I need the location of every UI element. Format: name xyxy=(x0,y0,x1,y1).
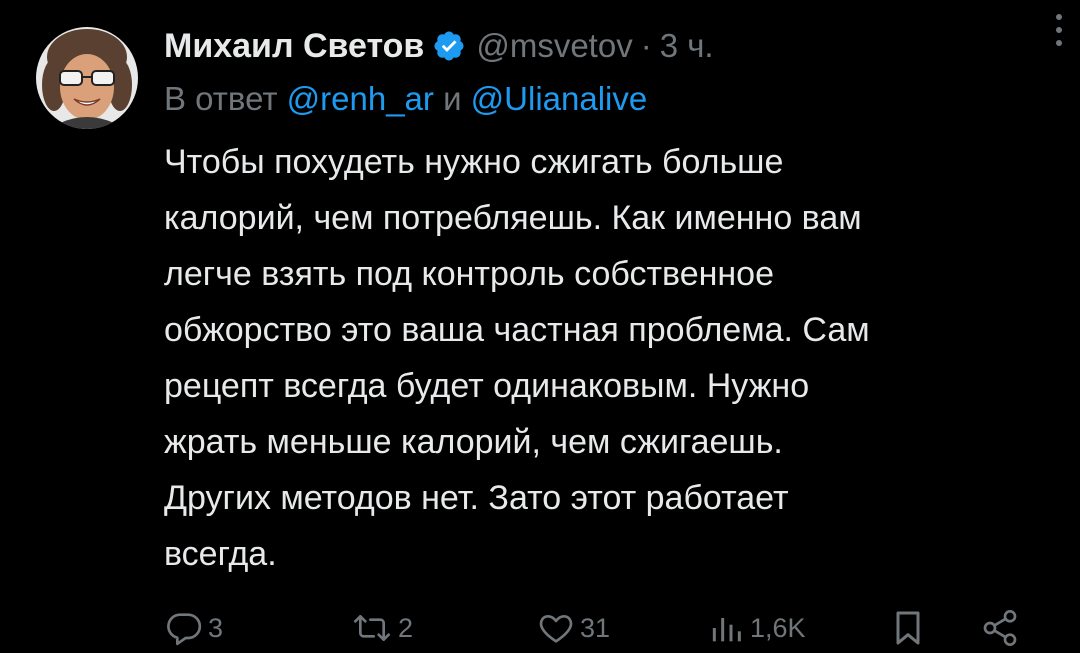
reply-prefix: В ответ xyxy=(164,80,278,117)
more-vertical-icon[interactable] xyxy=(1054,12,1064,48)
like-count: 31 xyxy=(580,612,611,643)
tweet-time[interactable]: 3 ч. xyxy=(660,27,714,65)
heart-icon xyxy=(536,608,576,648)
avatar[interactable] xyxy=(36,27,138,129)
display-name[interactable]: Михаил Светов xyxy=(164,27,424,66)
bookmark-icon xyxy=(888,608,928,648)
reply-count: 3 xyxy=(208,612,224,643)
reply-icon xyxy=(164,608,204,648)
separator-dot: · xyxy=(640,27,652,64)
like-button[interactable]: 31 xyxy=(536,606,610,650)
views-bar-chart-icon xyxy=(706,608,746,648)
reply-context: В ответ @renh_ar и @Ulianalive xyxy=(164,76,1054,122)
action-bar: 3 2 31 1,6K xyxy=(164,606,1034,650)
reply-conjunction: и xyxy=(443,80,462,117)
bookmark-button[interactable] xyxy=(888,606,928,650)
reply-mention[interactable]: @Ulianalive xyxy=(471,80,648,117)
reply-button[interactable]: 3 xyxy=(164,606,223,650)
tweet-text: Чтобы похудеть нужно сжигать больше кало… xyxy=(164,143,870,573)
views-count: 1,6K xyxy=(750,612,806,643)
repost-icon xyxy=(350,608,394,648)
share-button[interactable] xyxy=(980,606,1020,650)
avatar-image xyxy=(36,27,138,129)
tweet-content: Михаил Светов @msvetov · 3 ч. В ответ @r… xyxy=(164,20,1054,582)
repost-button[interactable]: 2 xyxy=(350,606,413,650)
views-button[interactable]: 1,6K xyxy=(706,606,806,650)
verified-badge-icon xyxy=(432,29,466,63)
tweet-header: Михаил Светов @msvetov · 3 ч. xyxy=(164,20,1054,72)
share-icon xyxy=(980,608,1020,648)
reply-mention[interactable]: @renh_ar xyxy=(287,80,434,117)
user-handle[interactable]: @msvetov xyxy=(476,27,632,65)
repost-count: 2 xyxy=(398,612,414,643)
